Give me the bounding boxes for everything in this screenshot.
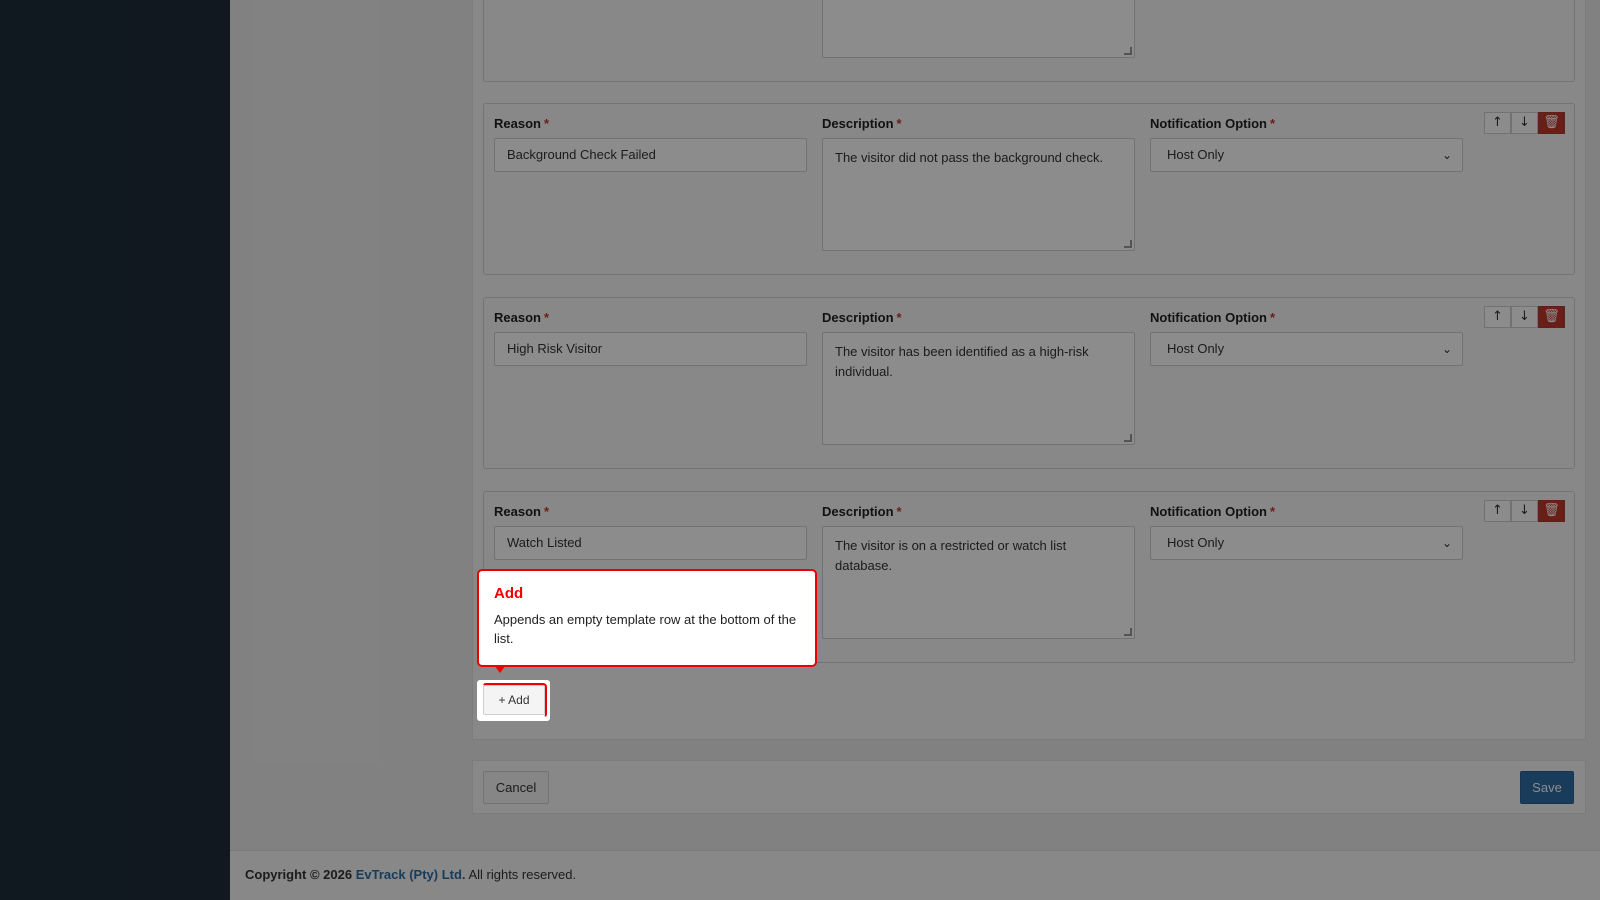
- tooltip-arrow: [494, 665, 506, 673]
- highlight-ring: [482, 683, 547, 718]
- tour-overlay: [0, 0, 1600, 900]
- add-button-highlight: + Add: [477, 680, 550, 721]
- tour-tooltip: Add Appends an empty template row at the…: [477, 569, 817, 673]
- tooltip-title: Add: [494, 585, 524, 602]
- tooltip-body: Appends an empty template row at the bot…: [494, 612, 797, 646]
